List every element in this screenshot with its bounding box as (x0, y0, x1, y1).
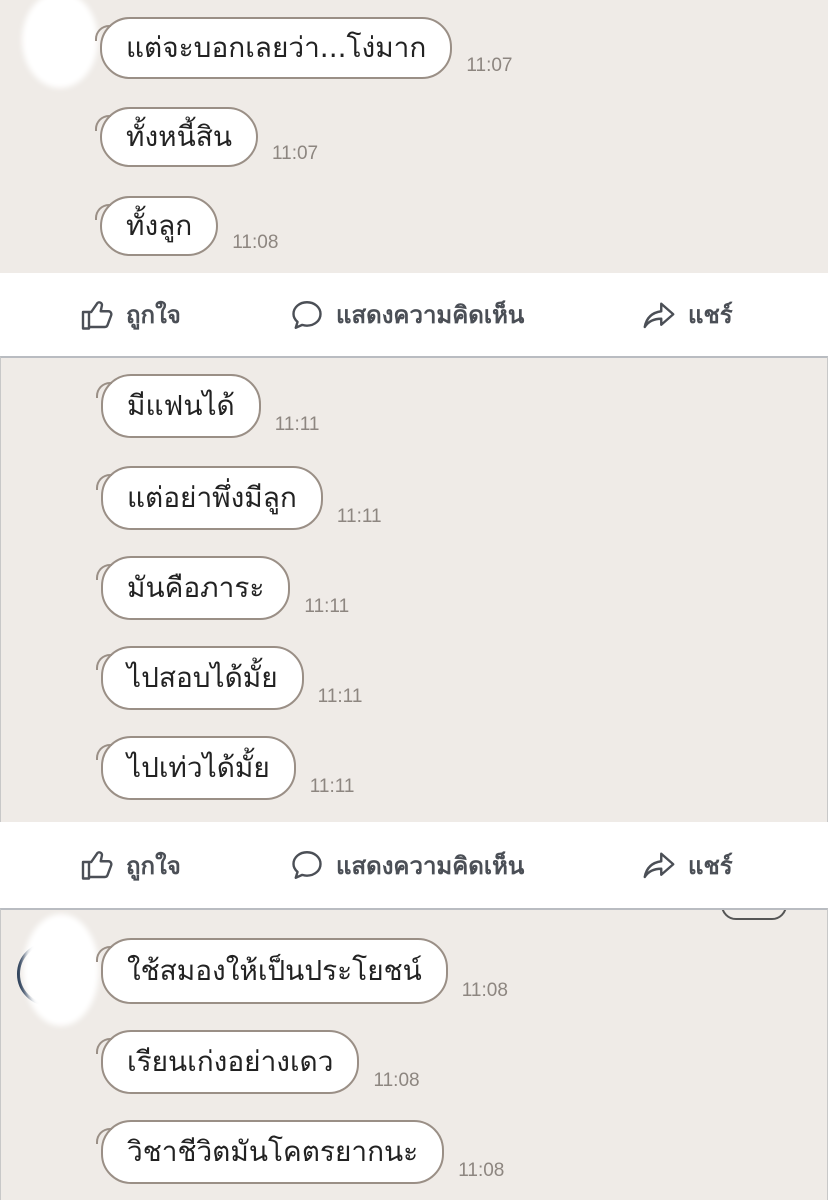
message-text: มันคือภาระ (127, 571, 265, 604)
message-text: มีแฟนได้ (127, 389, 235, 422)
avatar (23, 914, 99, 1026)
message-text: ทั้งลูก (126, 209, 193, 242)
partial-bubble (721, 910, 787, 920)
share-button[interactable]: แชร์ (640, 822, 733, 908)
message-time: 11:11 (336, 506, 382, 527)
comment-button[interactable]: แสดงความคิดเห็น (288, 273, 524, 356)
message-row: ไปเท่วได้มั้ย 11:11 (96, 736, 355, 800)
bubble-tail (96, 1038, 112, 1054)
bubble-tail (96, 564, 112, 580)
message-text: ไปสอบได้มั้ย (127, 661, 278, 694)
comment-label: แสดงความคิดเห็น (336, 301, 525, 329)
message-bubble[interactable]: มีแฟนได้ (96, 374, 261, 438)
comment-label: แสดงความคิดเห็น (336, 851, 525, 880)
message-row: วิชาชีวิตมันโคตรยากนะ 11:08 (96, 1120, 505, 1184)
message-row: ทั้งหนี้สิน 11:07 (95, 107, 319, 167)
message-bubble[interactable]: แต่อย่าพึ่งมีลูก (96, 466, 323, 530)
message-text: แต่จะบอกเลยว่า...โง่มาก (126, 31, 427, 64)
message-time: 11:11 (309, 776, 355, 797)
message-bubble[interactable]: มันคือภาระ (96, 556, 291, 620)
speech-bubble-icon (292, 300, 322, 329)
post-action-bar: ถูกใจ แสดงความคิดเห็น แชร์ (0, 273, 828, 356)
bubble-tail (95, 25, 111, 41)
message-time: 11:07 (271, 143, 319, 164)
bubble-tail (96, 946, 112, 962)
bubble-tail (95, 204, 111, 220)
like-label: ถูกใจ (126, 301, 181, 329)
message-bubble[interactable]: ทั้งลูก (95, 196, 219, 256)
message-bubble[interactable]: เรียนเก่งอย่างเดว (96, 1030, 360, 1094)
thumbs-up-icon (81, 300, 113, 330)
share-label: แชร์ (688, 301, 733, 329)
message-text: ใช้สมองให้เป็นประโยชน์ (127, 954, 422, 987)
message-time: 11:11 (304, 596, 350, 617)
like-button[interactable]: ถูกใจ (80, 273, 181, 356)
message-bubble[interactable]: ไปเท่วได้มั้ย (96, 736, 296, 800)
message-time: 11:08 (373, 1070, 420, 1091)
message-time: 11:08 (461, 980, 508, 1001)
share-arrow-icon (643, 852, 675, 879)
message-row: ใช้สมองให้เป็นประโยชน์ 11:08 (96, 938, 508, 1004)
chat-panel-1: แต่จะบอกเลยว่า...โง่มาก 11:07 ทั้งหนี้สิ… (0, 0, 828, 273)
share-arrow-icon (643, 302, 675, 328)
like-label: ถูกใจ (126, 851, 181, 880)
message-row: มีแฟนได้ 11:11 (96, 374, 320, 438)
screenshot-collage: แต่จะบอกเลยว่า...โง่มาก 11:07 ทั้งหนี้สิ… (0, 0, 828, 1200)
message-time: 11:07 (466, 55, 513, 76)
message-bubble[interactable]: ไปสอบได้มั้ย (96, 646, 304, 710)
message-time: 11:08 (232, 232, 279, 253)
bubble-tail (96, 474, 112, 490)
comment-button[interactable]: แสดงความคิดเห็น (288, 822, 524, 908)
share-label: แชร์ (688, 851, 733, 880)
message-row: แต่จะบอกเลยว่า...โง่มาก 11:07 (95, 17, 513, 79)
message-bubble[interactable]: ทั้งหนี้สิน (95, 107, 258, 167)
message-text: วิชาชีวิตมันโคตรยากนะ (127, 1135, 419, 1168)
message-bubble[interactable]: ใช้สมองให้เป็นประโยชน์ (96, 938, 448, 1004)
thumbs-up-icon (81, 851, 113, 880)
message-row: เรียนเก่งอย่างเดว 11:08 (96, 1030, 420, 1094)
post-action-bar: ถูกใจ แสดงความคิดเห็น แชร์ (0, 822, 828, 908)
chat-panel-3: ใช้สมองให้เป็นประโยชน์ 11:08 เรียนเก่งอย… (0, 908, 828, 1200)
message-text: เรียนเก่งอย่างเดว (127, 1045, 334, 1078)
bubble-tail (96, 744, 112, 760)
like-button[interactable]: ถูกใจ (80, 822, 181, 908)
message-time: 11:08 (458, 1160, 505, 1181)
message-text: ไปเท่วได้มั้ย (127, 751, 270, 784)
message-row: ทั้งลูก 11:08 (95, 196, 279, 256)
bubble-tail (96, 382, 112, 398)
share-button[interactable]: แชร์ (640, 273, 733, 356)
chat-panel-2: มีแฟนได้ 11:11 แต่อย่าพึ่งมีลูก 11:11 มั… (0, 356, 828, 822)
avatar (22, 0, 98, 88)
message-row: ไปสอบได้มั้ย 11:11 (96, 646, 363, 710)
bubble-tail (96, 1128, 112, 1144)
message-time: 11:11 (274, 414, 320, 435)
message-row: มันคือภาระ 11:11 (96, 556, 350, 620)
message-bubble[interactable]: แต่จะบอกเลยว่า...โง่มาก (95, 17, 453, 79)
speech-bubble-icon (292, 851, 322, 879)
bubble-tail (96, 654, 112, 670)
message-text: ทั้งหนี้สิน (126, 120, 232, 153)
message-text: แต่อย่าพึ่งมีลูก (127, 481, 297, 514)
bubble-tail (95, 115, 111, 131)
message-bubble[interactable]: วิชาชีวิตมันโคตรยากนะ (96, 1120, 445, 1184)
message-time: 11:11 (317, 686, 363, 707)
message-row: แต่อย่าพึ่งมีลูก 11:11 (96, 466, 382, 530)
